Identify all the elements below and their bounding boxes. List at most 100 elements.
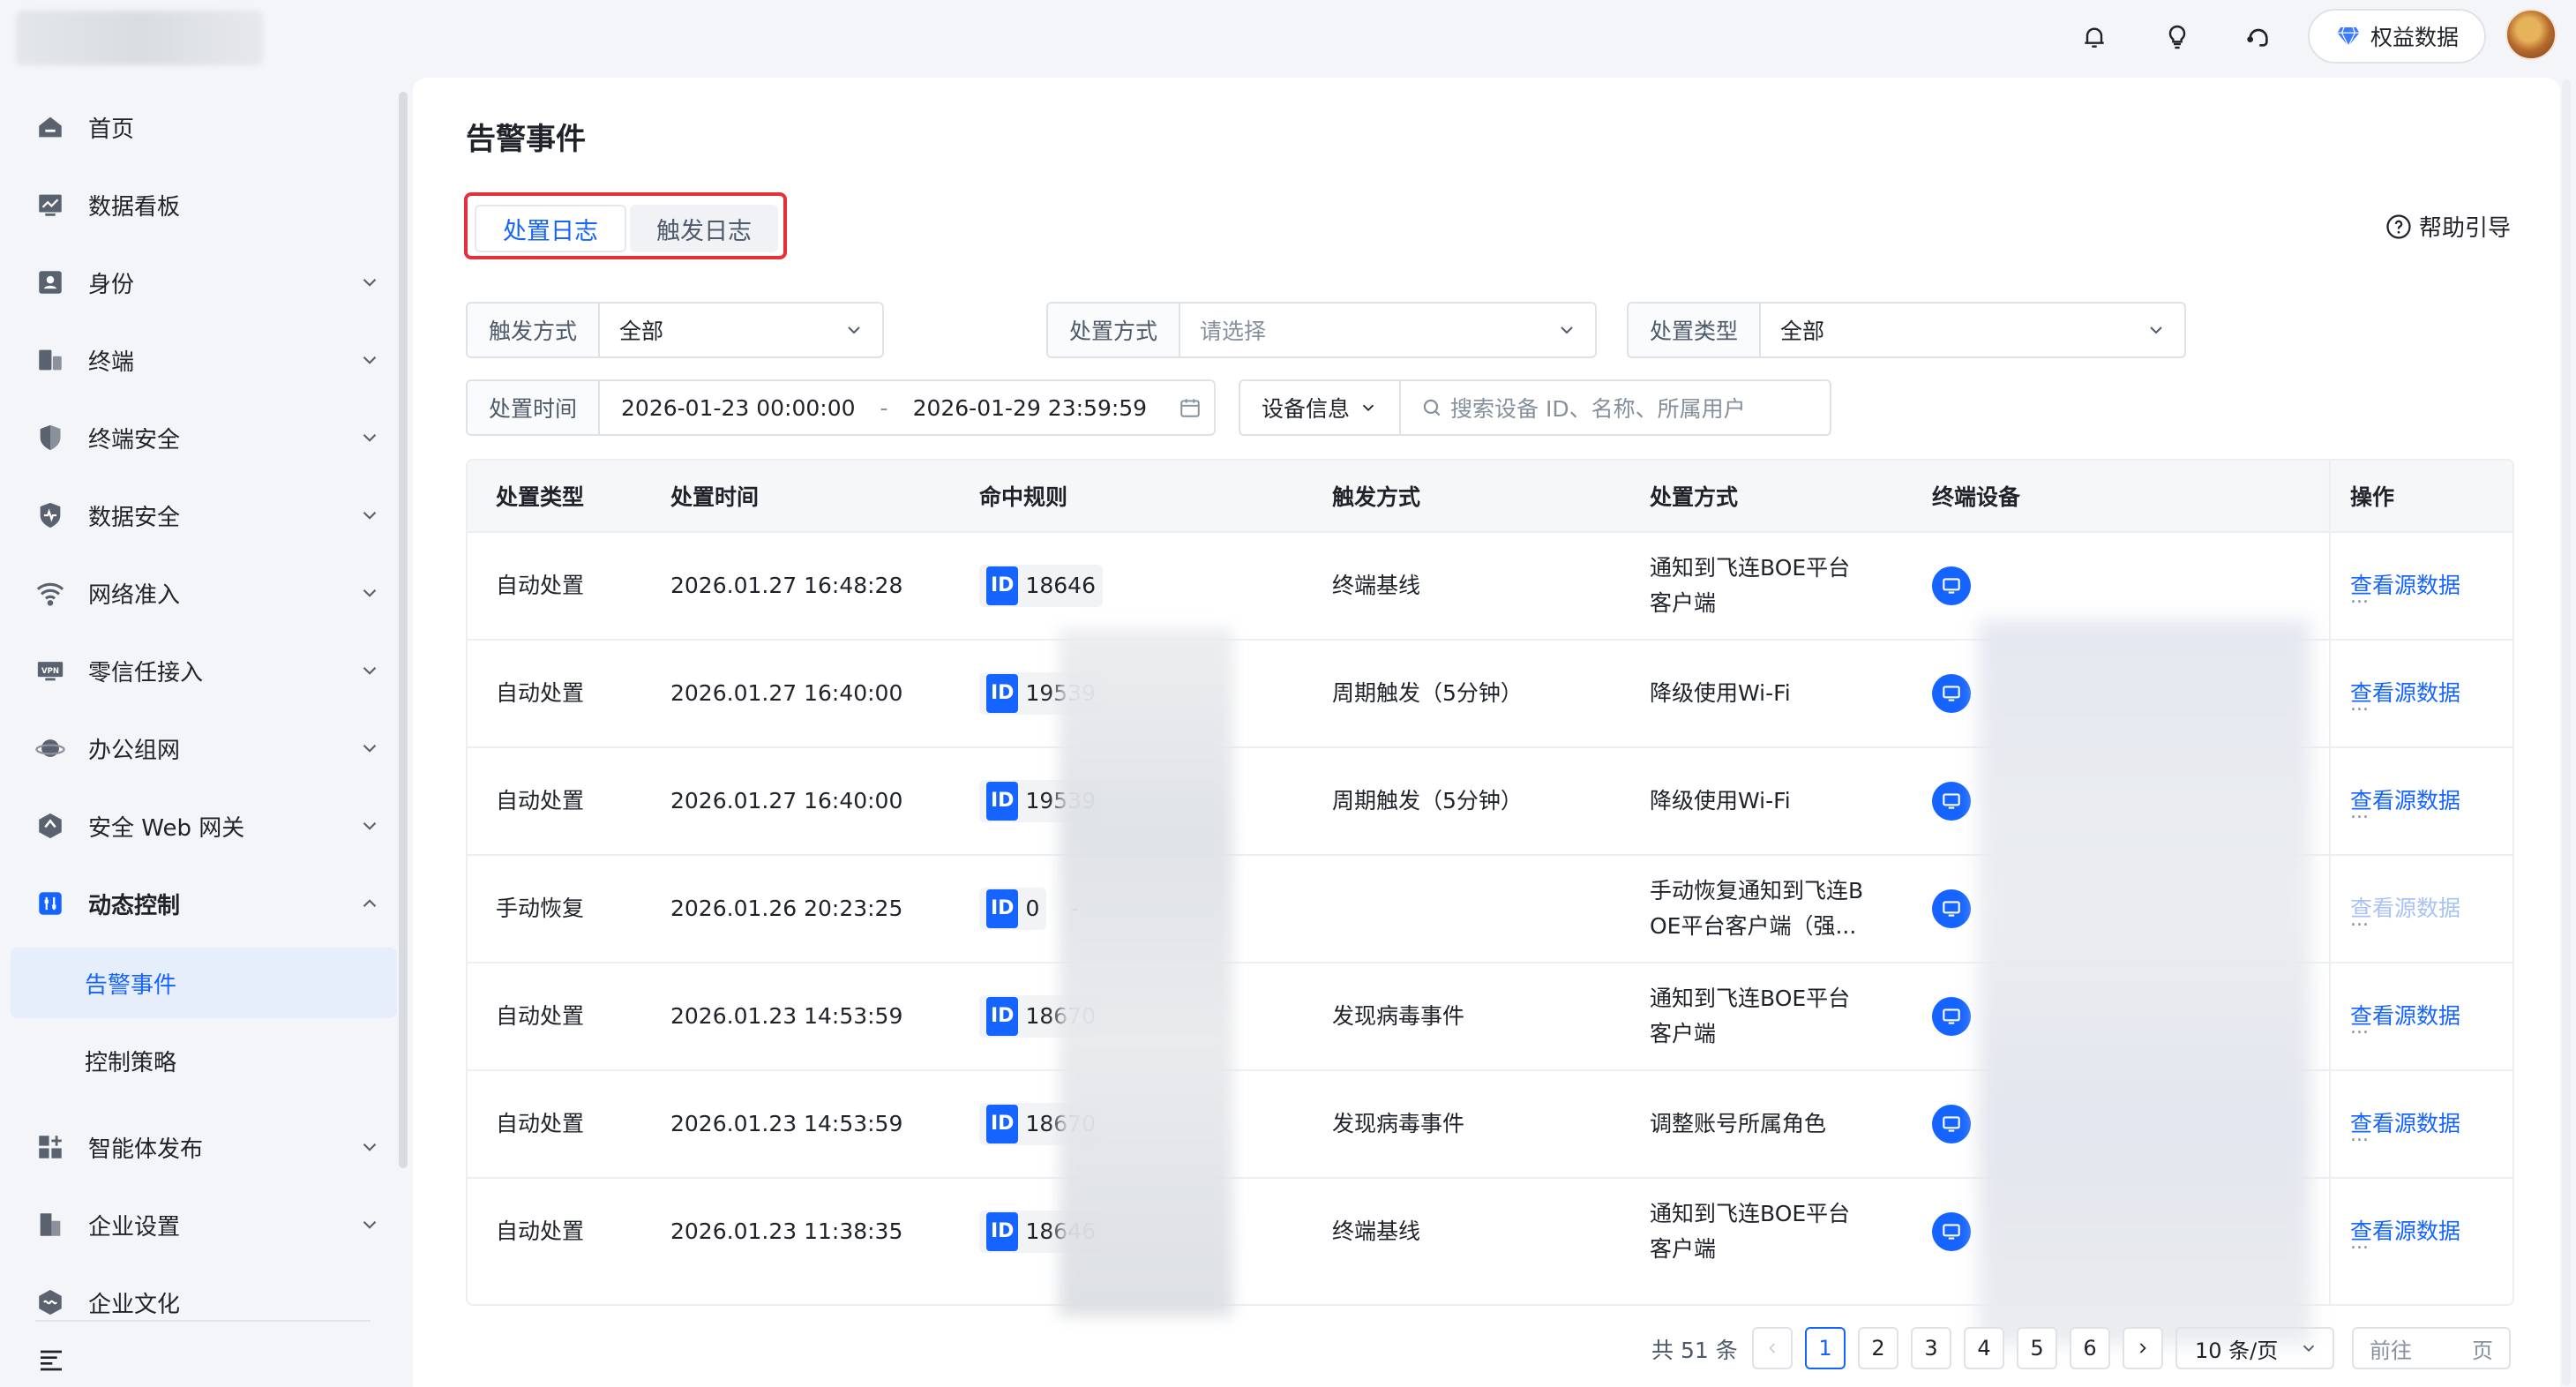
handle-time-range-picker[interactable]: 处置时间 2026-01-23 00:00:00 - 2026-01-29 23… — [466, 379, 1216, 436]
sidebar-subitem-alert-events[interactable]: 告警事件 — [11, 948, 397, 1018]
filter-label: 设备信息 — [1262, 396, 1351, 422]
lightbulb-icon[interactable] — [2158, 18, 2197, 56]
top-bar: 权益数据 — [0, 0, 2576, 74]
sidebar-item-zero-trust[interactable]: VPN 零信任接入 — [0, 635, 399, 706]
collapse-menu-icon[interactable] — [37, 1345, 65, 1373]
sidebar-item-label: 办公组网 — [88, 737, 181, 764]
cell-terminal-device[interactable] — [1932, 641, 1971, 746]
chevron-down-icon — [363, 278, 377, 287]
sidebar-item-home[interactable]: 首页 — [0, 92, 399, 162]
cell-handle-method: 通知到飞连BOE平台 客户端 — [1650, 1179, 1850, 1285]
prev-page-button[interactable] — [1752, 1327, 1793, 1369]
sidebar-subitem-control-policy[interactable]: 控制策略 — [11, 1025, 397, 1096]
device-info-search: 设备信息 搜索设备 ID、名称、所属用户 — [1239, 379, 1831, 436]
page-jump-input[interactable]: 前往 页 — [2352, 1327, 2511, 1369]
diamond-icon — [2337, 26, 2360, 48]
chevron-down-icon — [848, 326, 860, 334]
cell-handle-time: 2026.01.23 11:38:35 — [670, 1218, 903, 1244]
sidebar-item-data-security[interactable]: 数据安全 — [0, 480, 399, 551]
sidebar-item-label: 网络准入 — [88, 581, 181, 609]
view-source-data-link[interactable]: 查看源数据 — [2350, 568, 2460, 604]
page-button-5[interactable]: 5 — [2017, 1327, 2057, 1369]
sidebar-item-terminal[interactable]: 终端 — [0, 325, 399, 395]
sidebar-item-office-network[interactable]: 办公组网 — [0, 713, 399, 783]
view-source-data-link[interactable]: 查看源数据 — [2350, 999, 2460, 1034]
rule-id-chip[interactable]: ID 0 — [979, 888, 1047, 930]
monitor-icon — [1932, 889, 1971, 928]
sidebar-item-dynamic-control[interactable]: 动态控制 — [0, 868, 399, 939]
support-icon[interactable] — [2239, 18, 2278, 56]
sidebar-item-agent-publish[interactable]: 智能体发布 — [0, 1112, 399, 1182]
chevron-down-icon — [363, 433, 377, 442]
chevron-down-icon — [363, 744, 377, 753]
search-icon — [1423, 399, 1441, 416]
rule-id: 18646 — [1025, 573, 1096, 598]
id-tag: ID — [986, 889, 1019, 928]
page-button-6[interactable]: 6 — [2070, 1327, 2110, 1369]
sidebar-item-terminal-security[interactable]: 终端安全 — [0, 402, 399, 473]
column-header: 终端设备 — [1932, 484, 2021, 510]
tabs-container: 处置日志 触发日志 — [464, 192, 787, 259]
page-button-3[interactable]: 3 — [1911, 1327, 1951, 1369]
cell-terminal-device[interactable] — [1932, 533, 1971, 639]
bell-icon[interactable] — [2075, 18, 2114, 56]
page-button-4[interactable]: 4 — [1964, 1327, 2004, 1369]
cell-action: 查看源数据 — [2350, 856, 2460, 962]
next-page-button[interactable] — [2123, 1327, 2163, 1369]
page-button-2[interactable]: 2 — [1858, 1327, 1898, 1369]
trigger-method-select[interactable]: 触发方式 全部 — [466, 302, 884, 358]
cell-terminal-device[interactable] — [1932, 748, 1971, 854]
view-source-data-link[interactable]: 查看源数据 — [2350, 676, 2460, 711]
avatar[interactable] — [2505, 9, 2557, 60]
sidebar-item-dashboard[interactable]: 数据看板 — [0, 169, 399, 240]
cell-terminal-device[interactable] — [1932, 1071, 1971, 1177]
view-source-data-link[interactable]: 查看源数据 — [2350, 891, 2460, 926]
sidebar-subitem-label: 控制策略 — [85, 1049, 177, 1076]
logo[interactable] — [16, 11, 263, 65]
device-search-input[interactable]: 搜索设备 ID、名称、所属用户 — [1450, 381, 1830, 434]
page-size-select[interactable]: 10 条/页 — [2175, 1327, 2334, 1369]
handle-method-line1: 降级使用Wi-Fi — [1650, 788, 1791, 813]
view-source-data-link[interactable]: 查看源数据 — [2350, 1106, 2460, 1142]
sidebar-item-network-access[interactable]: 网络准入 — [0, 558, 399, 628]
device-info-select[interactable]: 设备信息 — [1240, 381, 1402, 434]
sidebar-item-enterprise-settings[interactable]: 企业设置 — [0, 1189, 399, 1260]
handle-method-select[interactable]: 处置方式 请选择 — [1046, 302, 1597, 358]
cell-handle-method: 调整账号所属角色 — [1650, 1071, 1826, 1177]
sidebar-item-label: 智能体发布 — [88, 1136, 204, 1163]
cell-handle-method: 通知到飞连BOE平台 客户端 — [1650, 533, 1850, 639]
sidebar-item-label: 安全 Web 网关 — [88, 814, 245, 842]
sidebar-divider — [35, 1320, 371, 1322]
rule-id-chip[interactable]: ID18646 — [979, 565, 1103, 607]
cell-handle-method: 降级使用Wi-Fi — [1650, 641, 1791, 746]
tab-handle-log[interactable]: 处置日志 — [475, 205, 626, 252]
cell-action: 查看源数据 — [2350, 963, 2460, 1069]
sidebar-item-label: 数据安全 — [88, 504, 181, 531]
start-date-input[interactable]: 2026-01-23 00:00:00 — [600, 381, 856, 434]
column-header: 处置方式 — [1650, 484, 1739, 510]
cell-terminal-device[interactable] — [1932, 856, 1971, 962]
handle-type-select[interactable]: 处置类型 全部 — [1627, 302, 2186, 358]
chevron-left-icon — [1769, 1343, 1776, 1353]
tab-trigger-log[interactable]: 触发日志 — [630, 205, 778, 252]
sidebar-scrollbar[interactable] — [399, 92, 408, 1168]
end-date-input[interactable]: 2026-01-29 23:59:59 — [913, 381, 1148, 434]
cell-terminal-device[interactable] — [1932, 963, 1971, 1069]
chevron-down-icon — [363, 511, 377, 520]
sidebar-item-enterprise-culture[interactable]: 企业文化 — [0, 1267, 399, 1338]
view-source-data-link[interactable]: 查看源数据 — [2350, 783, 2460, 819]
agent-icon — [34, 1130, 67, 1164]
wifi-icon — [34, 576, 67, 610]
page-scrollbar[interactable] — [2562, 79, 2571, 1385]
page-button-1[interactable]: 1 — [1805, 1327, 1846, 1369]
sidebar-item-identity[interactable]: 身份 — [0, 247, 399, 318]
sidebar-item-web-gateway[interactable]: 安全 Web 网关 — [0, 791, 399, 861]
handle-method-line2: OE平台客户端（强... — [1650, 913, 1857, 939]
help-guide-link[interactable]: 帮助引导 — [2385, 210, 2511, 243]
cell-terminal-device[interactable] — [1932, 1179, 1971, 1285]
home-icon — [34, 110, 67, 144]
view-source-data-link[interactable]: 查看源数据 — [2350, 1214, 2460, 1249]
id-tag: ID — [986, 674, 1019, 713]
benefit-data-button[interactable]: 权益数据 — [2308, 9, 2486, 64]
column-header: 处置时间 — [670, 484, 760, 510]
